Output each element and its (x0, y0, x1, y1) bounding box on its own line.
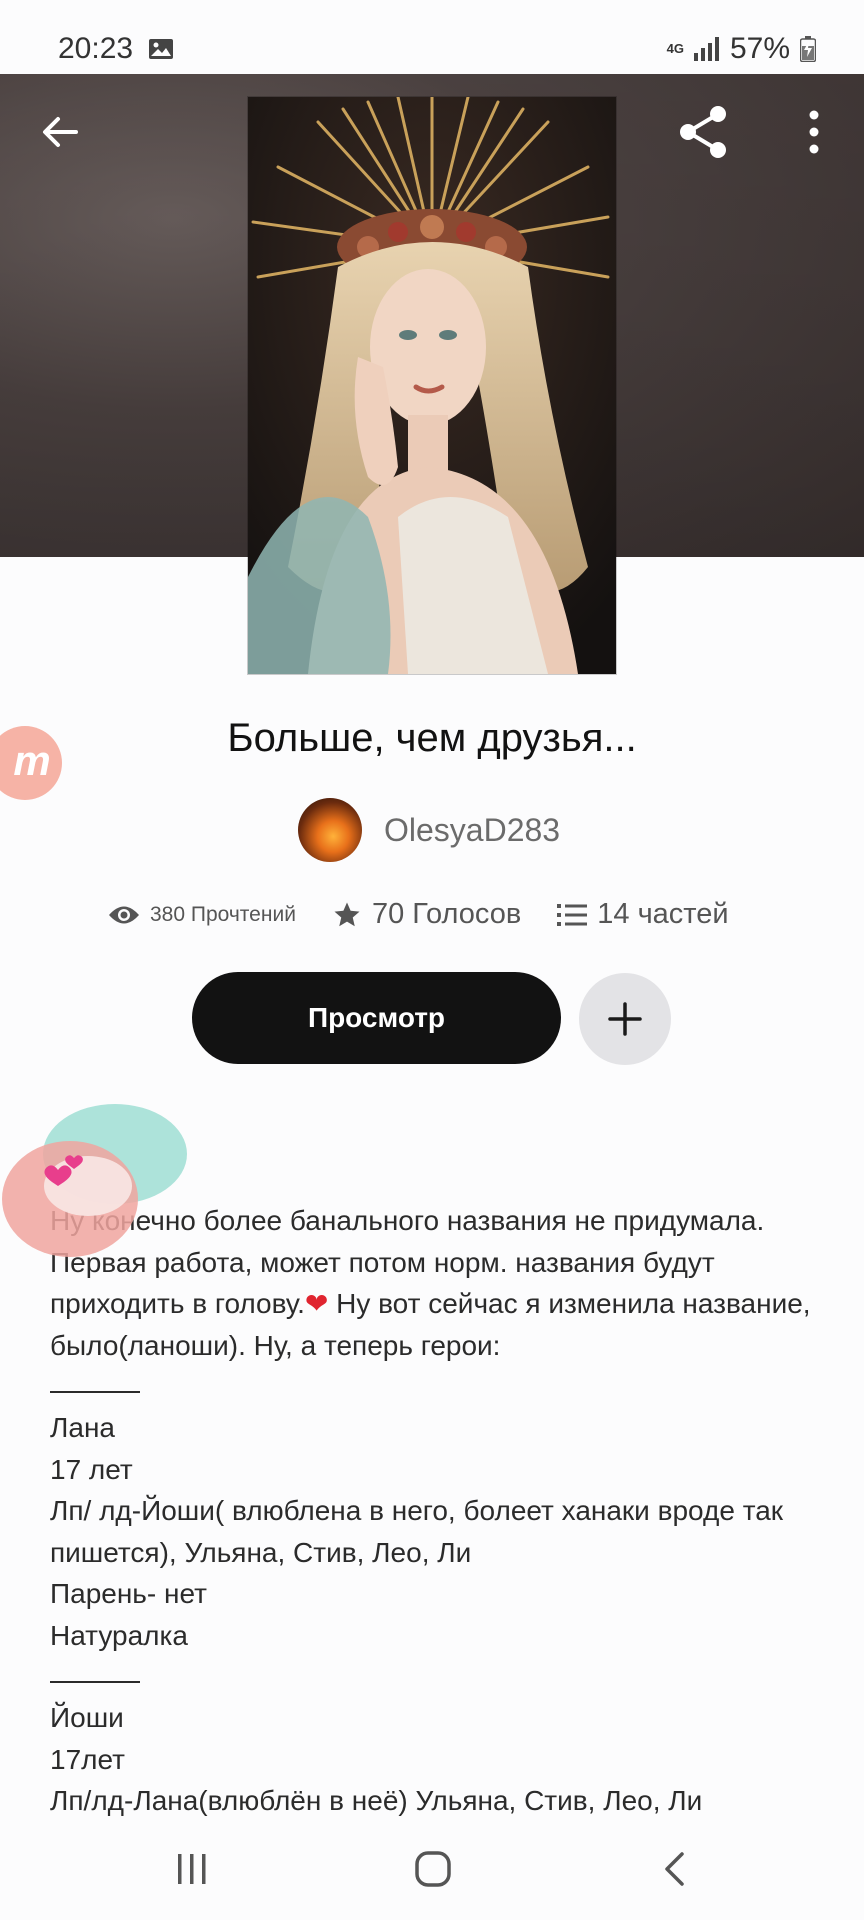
read-button[interactable]: Просмотр (192, 972, 561, 1064)
add-to-library-button[interactable] (579, 973, 671, 1065)
description-intro: Ну конечно более банального названия не … (50, 1200, 830, 1366)
character-line: 17 лет (50, 1453, 133, 1485)
section-divider (50, 1391, 140, 1393)
red-heart-icon: ❤ (304, 1288, 329, 1319)
status-bar: 20:23 4G 57% (0, 0, 864, 74)
story-stats: 380 Прочтений 70 Голосов 14 частей (108, 898, 729, 931)
plus-icon (608, 1002, 642, 1036)
author-avatar (298, 798, 362, 862)
battery-charging-icon (800, 36, 816, 62)
two-hearts-icon (44, 1155, 83, 1186)
character-line: Парень- нет (50, 1578, 207, 1609)
status-time: 20:23 (58, 32, 134, 65)
parts-count: 14 частей (597, 898, 729, 930)
share-button[interactable] (676, 104, 732, 160)
logo-letter: m (13, 737, 51, 784)
more-options-button[interactable] (796, 106, 832, 158)
author-link[interactable]: OlesyaD283 (298, 798, 560, 862)
story-description: Ну конечно более банального названия не … (50, 1200, 830, 1822)
cover-illustration (248, 97, 616, 674)
character-line: Натуралка (50, 1619, 188, 1651)
author-name: OlesyaD283 (384, 811, 561, 848)
parts-stat[interactable]: 14 частей (557, 898, 729, 931)
list-icon (557, 903, 588, 926)
votes-count: 70 Голосов (371, 898, 522, 930)
story-title: Больше, чем друзья... (227, 716, 637, 760)
status-indicators: 4G 57% (667, 32, 816, 66)
story-cover-image[interactable] (248, 97, 616, 674)
eye-icon (109, 906, 139, 923)
nav-back-button[interactable] (660, 1850, 690, 1888)
network-type: 4G (666, 41, 684, 56)
home-button[interactable] (414, 1850, 452, 1888)
character-line: Лана (50, 1412, 115, 1443)
character-line: 17лет (50, 1743, 125, 1775)
recents-button[interactable] (176, 1852, 208, 1886)
gallery-icon (149, 39, 173, 59)
votes-stat: 70 Голосов (332, 898, 521, 931)
star-icon (334, 902, 360, 926)
reads-stat: 380 Прочтений (108, 903, 296, 927)
section-divider (50, 1681, 140, 1683)
battery-percent: 57% (729, 32, 790, 65)
signal-icon (693, 37, 719, 61)
character-line: Лп/ лд-Йоши( влюблена в него, болеет хан… (50, 1495, 784, 1568)
back-button[interactable] (36, 108, 84, 156)
character-line: Лп/лд-Лана(влюблён в неё) Ульяна, Стив, … (50, 1785, 703, 1816)
reads-count: 380 Прочтений (150, 902, 296, 926)
character-line: Йоши (50, 1702, 124, 1733)
